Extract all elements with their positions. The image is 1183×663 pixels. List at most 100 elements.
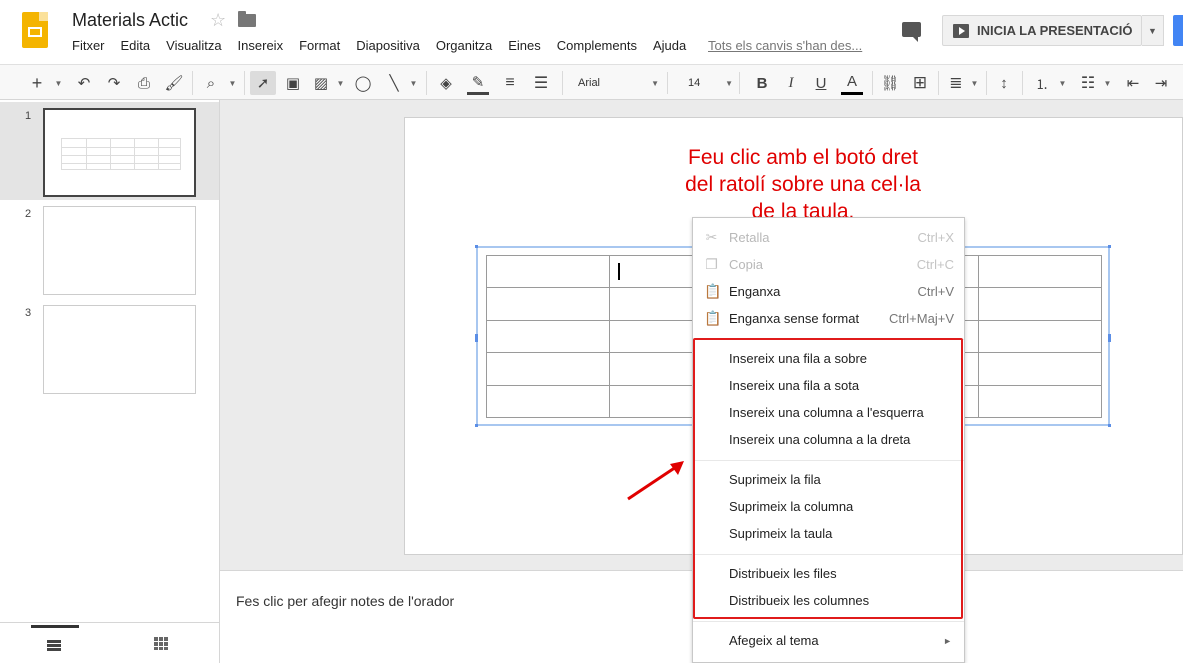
new-slide-layout-caret-icon[interactable]: ▼	[50, 71, 64, 95]
slide-preview	[43, 206, 196, 295]
resize-handle[interactable]	[475, 334, 478, 342]
resize-handle[interactable]	[475, 245, 478, 248]
border-dash-icon[interactable]: ☰	[530, 71, 552, 95]
resize-handle[interactable]	[1108, 334, 1111, 342]
shape-icon[interactable]: ◯	[352, 71, 374, 95]
bulleted-list-caret-icon[interactable]: ▼	[1100, 71, 1112, 95]
increase-indent-icon[interactable]: ⇥	[1150, 71, 1172, 95]
menu-view[interactable]: Visualitza	[166, 38, 221, 54]
italic-icon[interactable]: I	[780, 71, 802, 95]
fill-color-icon[interactable]: ◈	[435, 71, 457, 95]
menu-item-add-to-theme[interactable]: Afegeix al tema ►	[693, 627, 964, 654]
menu-item-delete-column[interactable]: Suprimeix la columna	[693, 493, 964, 520]
line-caret-icon[interactable]: ▼	[406, 71, 418, 95]
menu-item-paste[interactable]: 📋 Enganxa Ctrl+V	[693, 278, 964, 305]
menu-item-insert-row-above[interactable]: Insereix una fila a sobre	[693, 345, 964, 372]
save-status-link[interactable]: Tots els canvis s'han des...	[708, 38, 862, 53]
toolbar-divider	[244, 71, 245, 95]
menu-item-distribute-rows[interactable]: Distribueix les files	[693, 560, 964, 587]
numbered-list-icon[interactable]: ⒈	[1031, 71, 1053, 95]
present-button[interactable]: INICIA LA PRESENTACIÓ	[942, 15, 1142, 46]
slide-thumbnail-2[interactable]: 2	[0, 200, 219, 298]
image-icon[interactable]: ▨	[310, 71, 332, 95]
bulleted-list-icon[interactable]: ☷	[1077, 71, 1099, 95]
align-caret-icon[interactable]: ▼	[967, 71, 979, 95]
underline-icon[interactable]: U	[810, 71, 832, 95]
menu-item-insert-column-left[interactable]: Insereix una columna a l'esquerra	[693, 399, 964, 426]
link-icon[interactable]: ⛓	[879, 71, 901, 95]
resize-handle[interactable]	[475, 424, 478, 427]
toolbar-divider	[426, 71, 427, 95]
table-cell[interactable]	[978, 287, 1102, 321]
table-cell[interactable]	[978, 254, 1102, 289]
menu-item-distribute-columns[interactable]: Distribueix les columnes	[693, 587, 964, 614]
table-cell[interactable]	[486, 319, 610, 354]
paste-icon: 📋	[704, 283, 722, 299]
menu-item-label: Retalla	[729, 230, 770, 245]
menu-edit[interactable]: Edita	[121, 38, 151, 54]
numbered-list-caret-icon[interactable]: ▼	[1055, 71, 1067, 95]
menu-item-delete-table[interactable]: Suprimeix la taula	[693, 520, 964, 547]
paint-format-icon[interactable]: 🖌	[163, 71, 185, 95]
font-size-select[interactable]: 14 ▼	[682, 72, 740, 94]
line-icon[interactable]: ╲	[383, 71, 405, 95]
new-slide-icon[interactable]: +	[26, 71, 48, 95]
redo-icon[interactable]: ↷	[103, 71, 125, 95]
menu-item-insert-column-right[interactable]: Insereix una columna a la dreta	[693, 426, 964, 453]
zoom-caret-icon[interactable]: ▼	[224, 71, 238, 95]
table-cell[interactable]	[486, 352, 610, 386]
resize-handle[interactable]	[1108, 245, 1111, 248]
menu-format[interactable]: Format	[299, 38, 340, 54]
table-cell[interactable]	[978, 352, 1102, 386]
menu-item-paste-plain[interactable]: 📋 Enganxa sense format Ctrl+Maj+V	[693, 305, 964, 332]
border-weight-icon[interactable]: ≡	[499, 71, 521, 95]
annotation-arrow-icon	[627, 461, 684, 501]
font-family-caret-icon: ▼	[651, 78, 659, 88]
table-cell[interactable]	[978, 319, 1102, 354]
menu-item-insert-row-below[interactable]: Insereix una fila a sota	[693, 372, 964, 399]
table-cell[interactable]	[486, 384, 610, 419]
image-caret-icon[interactable]: ▼	[333, 71, 345, 95]
border-color-icon[interactable]: ✎	[467, 71, 489, 95]
menu-addons[interactable]: Complements	[557, 38, 637, 54]
document-title[interactable]: Materials Actic	[72, 10, 188, 31]
slides-logo-icon[interactable]	[22, 12, 48, 48]
font-family-select[interactable]: Arial ▼	[572, 72, 668, 94]
table-cell[interactable]	[978, 384, 1102, 419]
line-spacing-icon[interactable]: ↕	[993, 71, 1015, 95]
toolbar-divider	[192, 71, 193, 95]
decrease-indent-icon[interactable]: ⇤	[1122, 71, 1144, 95]
menu-slide[interactable]: Diapositiva	[356, 38, 420, 54]
present-options-dropdown[interactable]: ▼	[1142, 15, 1164, 46]
select-cursor-icon[interactable]: ➚	[250, 71, 276, 95]
table-cell[interactable]	[486, 254, 610, 289]
menu-item-delete-row[interactable]: Suprimeix la fila	[693, 466, 964, 493]
table-cell[interactable]	[486, 287, 610, 321]
insert-comment-icon[interactable]: ⊞	[909, 71, 931, 95]
bold-icon[interactable]: B	[751, 71, 773, 95]
filmstrip-view-icon[interactable]	[31, 625, 79, 661]
share-button[interactable]	[1173, 15, 1183, 46]
text-color-icon[interactable]: A	[841, 71, 863, 95]
undo-icon[interactable]: ↶	[73, 71, 95, 95]
menu-insert[interactable]: Insereix	[238, 38, 284, 54]
menu-item-copy[interactable]: ❐ Copia Ctrl+C	[693, 251, 964, 278]
print-icon[interactable]: ⎙	[133, 71, 155, 95]
comments-icon[interactable]	[902, 22, 921, 42]
zoom-icon[interactable]: ⌕	[200, 71, 222, 95]
text-box-icon[interactable]: ▣	[282, 71, 304, 95]
align-icon[interactable]: ≣	[945, 71, 967, 95]
slide-thumbnail-1[interactable]: 1	[0, 102, 219, 200]
menu-arrange[interactable]: Organitza	[436, 38, 492, 54]
menu-help[interactable]: Ajuda	[653, 38, 686, 54]
menu-tools[interactable]: Eines	[508, 38, 541, 54]
slide-thumbnail-3[interactable]: 3	[0, 299, 219, 397]
copy-icon: ❐	[705, 256, 718, 272]
grid-view-icon[interactable]	[154, 637, 168, 650]
star-icon[interactable]: ☆	[210, 10, 226, 31]
menu-item-cut[interactable]: ✂ Retalla Ctrl+X	[693, 224, 964, 251]
speaker-notes-placeholder: Fes clic per afegir notes de l'orador	[236, 593, 455, 609]
resize-handle[interactable]	[1108, 424, 1111, 427]
folder-icon[interactable]	[238, 11, 256, 27]
menu-file[interactable]: Fitxer	[72, 38, 105, 54]
